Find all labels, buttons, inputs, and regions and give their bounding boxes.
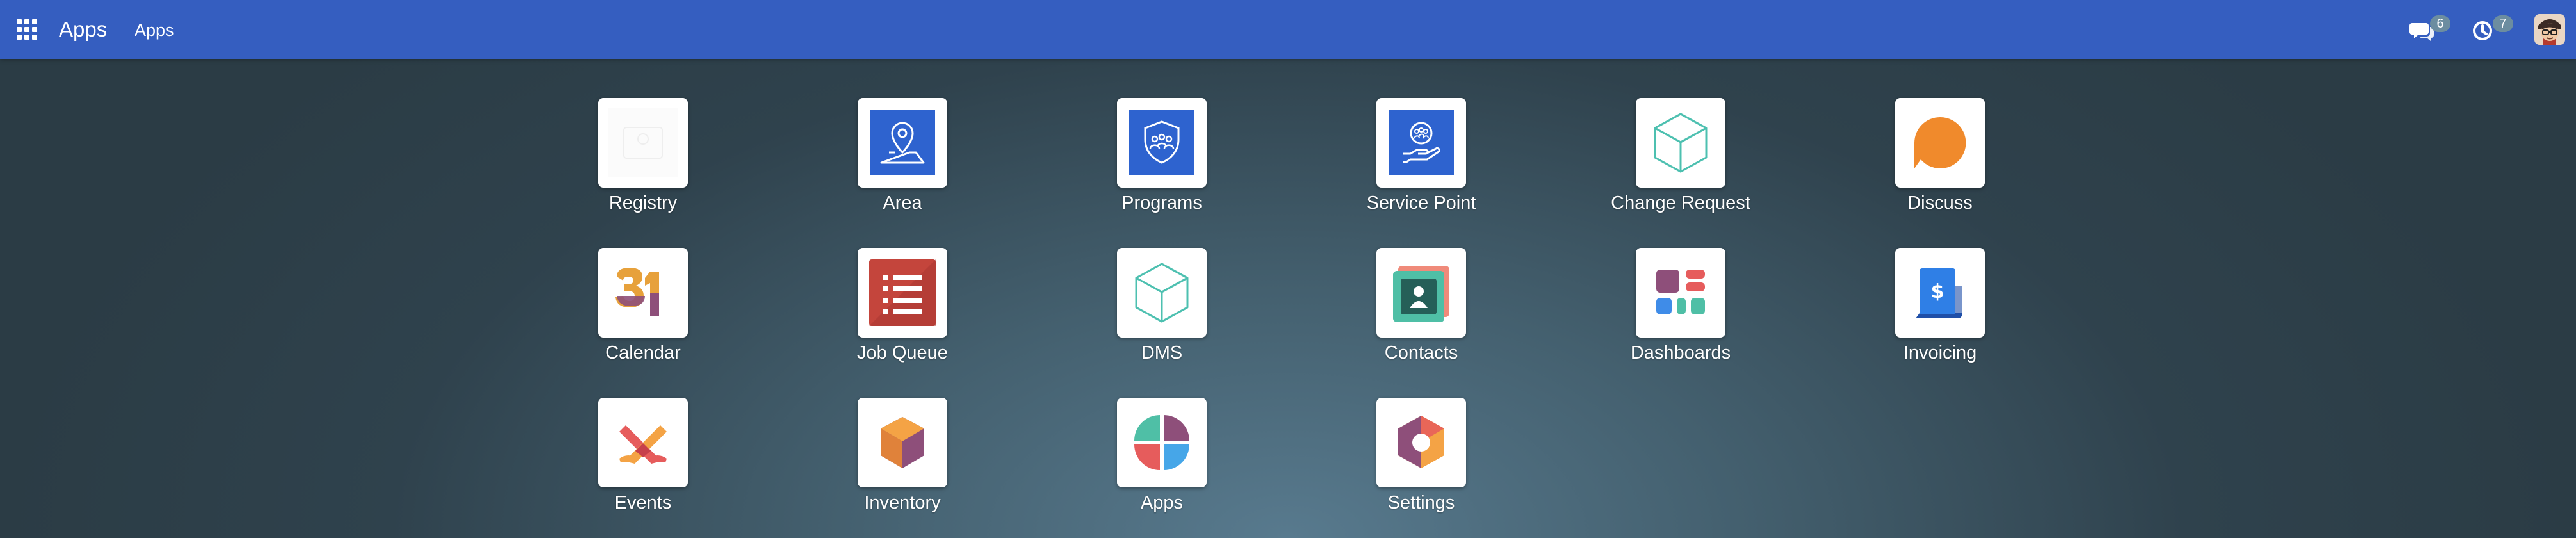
settings-hexagon-icon	[1398, 416, 1444, 468]
invoice-icon: $	[1916, 268, 1962, 319]
app-settings[interactable]: Settings	[1325, 398, 1517, 532]
app-inventory[interactable]: Inventory	[806, 398, 999, 532]
chat-bubble-icon	[1914, 117, 1966, 168]
app-label: Contacts	[1384, 343, 1458, 363]
app-label: DMS	[1141, 343, 1183, 363]
app-dashboards[interactable]: Dashboards	[1585, 248, 1777, 382]
app-label: Change Request	[1611, 193, 1750, 213]
app-discuss[interactable]: Discuss	[1844, 98, 2036, 232]
top-navbar: Apps Apps 6 7	[0, 0, 2576, 59]
app-label: Settings	[1387, 493, 1455, 513]
app-label: Apps	[1140, 493, 1184, 513]
app-label: Calendar	[605, 343, 681, 363]
apps-pinwheel-icon	[1134, 415, 1189, 470]
activity-menu[interactable]: 7	[2471, 13, 2516, 46]
app-area[interactable]: Area	[806, 98, 999, 232]
cube-icon	[1654, 113, 1708, 173]
calendar-icon	[615, 268, 659, 316]
cube-icon	[1135, 263, 1189, 323]
contact-card-icon	[1393, 266, 1449, 322]
registry-icon	[608, 108, 678, 177]
app-service-point[interactable]: Service Point	[1325, 98, 1517, 232]
user-avatar-image	[2534, 14, 2565, 45]
app-label: Events	[614, 493, 672, 513]
nav-item-apps[interactable]: Apps	[135, 17, 174, 43]
app-label: Registry	[608, 193, 678, 213]
app-apps[interactable]: Apps	[1066, 398, 1258, 532]
activities-count-badge: 7	[2493, 15, 2513, 32]
messaging-menu[interactable]: 6	[2408, 13, 2453, 46]
app-label: Area	[883, 193, 922, 213]
app-programs[interactable]: Programs	[1066, 98, 1258, 232]
app-menu-grid-icon[interactable]	[17, 19, 37, 40]
app-label: Dashboards	[1630, 343, 1731, 363]
app-label: Programs	[1121, 193, 1202, 213]
map-pin-icon	[870, 110, 935, 175]
app-label: Service Point	[1366, 193, 1476, 213]
app-dms[interactable]: DMS	[1066, 248, 1258, 382]
app-label: Inventory	[864, 493, 941, 513]
app-label: Job Queue	[857, 343, 948, 363]
app-label: Invoicing	[1903, 343, 1977, 363]
app-contacts[interactable]: Contacts	[1325, 248, 1517, 382]
dashboard-icon	[1656, 270, 1705, 314]
app-label: Discuss	[1907, 193, 1973, 213]
app-brand[interactable]: Apps	[59, 15, 107, 44]
app-job-queue[interactable]: Job Queue	[806, 248, 999, 382]
app-change-request[interactable]: Change Request	[1585, 98, 1777, 232]
shield-group-icon	[1129, 110, 1194, 175]
app-registry[interactable]: Registry	[547, 98, 739, 232]
hand-group-icon	[1389, 110, 1454, 175]
app-invoicing[interactable]: $ Invoicing	[1844, 248, 2036, 382]
app-events[interactable]: Events	[547, 398, 739, 532]
app-calendar[interactable]: Calendar	[547, 248, 739, 382]
list-icon	[869, 259, 936, 326]
messages-count-badge: 6	[2430, 15, 2450, 32]
box-hexagon-icon	[881, 417, 924, 468]
events-icon	[619, 425, 667, 464]
user-avatar[interactable]	[2534, 14, 2565, 45]
svg-text:$: $	[1931, 281, 1944, 303]
